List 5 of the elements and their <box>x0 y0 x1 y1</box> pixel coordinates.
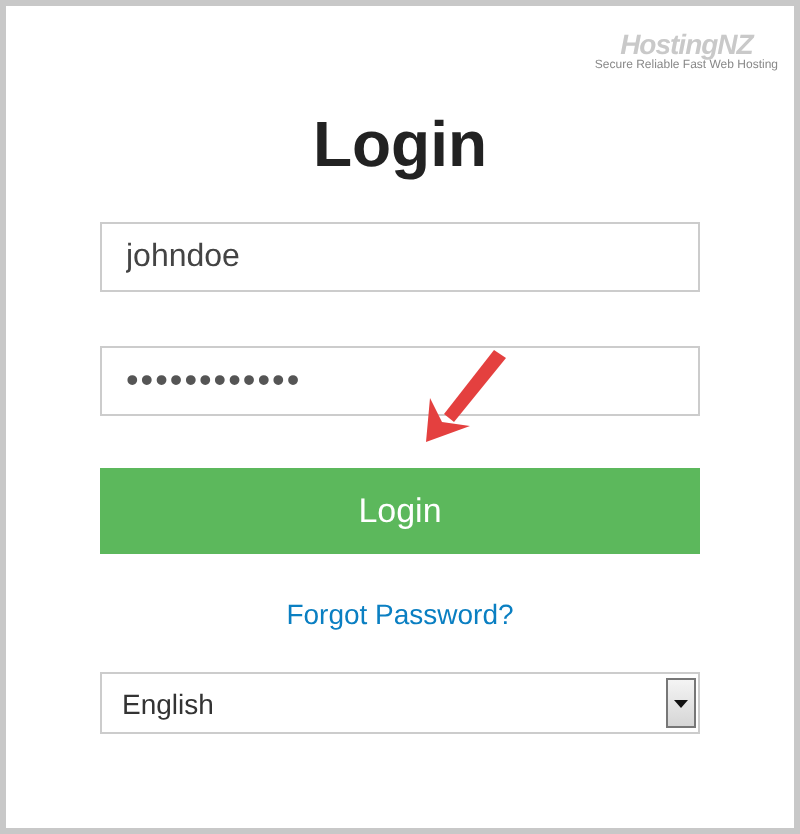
dropdown-caret-icon <box>674 699 688 707</box>
password-field[interactable]: •••••••••••• <box>100 346 700 416</box>
login-title: Login <box>312 106 488 182</box>
forgot-password-link[interactable]: Forgot Password? <box>286 598 514 630</box>
language-select[interactable]: English <box>100 672 700 734</box>
